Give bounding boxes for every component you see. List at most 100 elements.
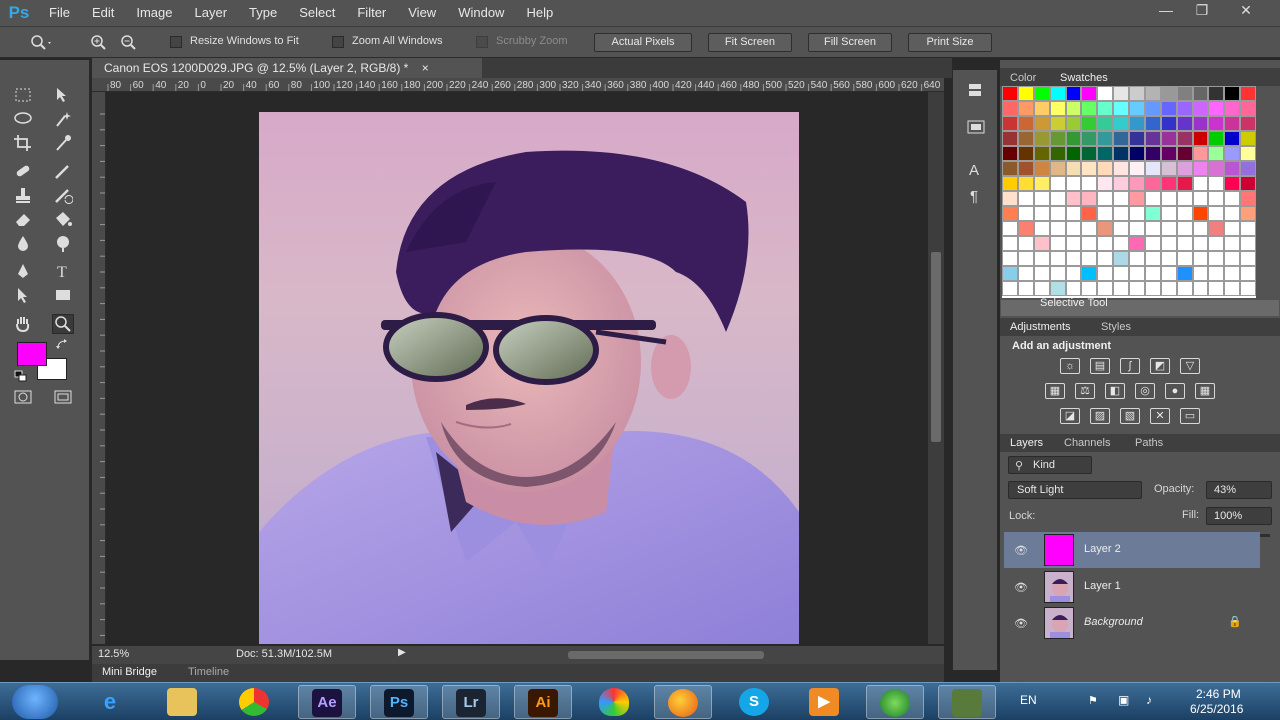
swatch[interactable] bbox=[1017, 221, 1034, 236]
swatch[interactable] bbox=[1049, 281, 1066, 296]
print-size-button[interactable]: Print Size bbox=[908, 33, 992, 52]
swatch[interactable] bbox=[1049, 266, 1066, 281]
swatch[interactable] bbox=[1240, 176, 1256, 191]
curves-icon[interactable]: ∫ bbox=[1120, 358, 1140, 374]
swatch[interactable] bbox=[1002, 281, 1018, 296]
swatch[interactable] bbox=[1097, 281, 1114, 296]
swatch[interactable] bbox=[1002, 176, 1018, 191]
swatch[interactable] bbox=[1144, 206, 1161, 221]
swatch[interactable] bbox=[1113, 101, 1129, 116]
swatch[interactable] bbox=[1097, 191, 1114, 206]
swatch[interactable] bbox=[1129, 101, 1145, 116]
menu-window[interactable]: Window bbox=[447, 0, 515, 26]
swatch[interactable] bbox=[1097, 176, 1114, 191]
swatch[interactable] bbox=[1081, 131, 1098, 146]
visibility-eye-icon[interactable]: 👁 bbox=[1014, 544, 1028, 557]
swatch[interactable] bbox=[1208, 86, 1225, 101]
selective-color-icon[interactable]: ✕ bbox=[1150, 408, 1170, 424]
foreground-color-swatch[interactable] bbox=[17, 342, 47, 366]
swatch[interactable] bbox=[1113, 281, 1129, 296]
path-selection-tool-icon[interactable] bbox=[12, 286, 34, 306]
color-tab[interactable]: Color bbox=[1010, 72, 1036, 84]
swatch[interactable] bbox=[1176, 221, 1193, 236]
swatch[interactable] bbox=[1224, 146, 1241, 161]
swatch[interactable] bbox=[1097, 116, 1114, 131]
blend-mode-select[interactable]: Soft Light bbox=[1008, 481, 1142, 499]
paragraph-panel-icon[interactable]: ¶ bbox=[966, 186, 986, 205]
swatch[interactable] bbox=[1144, 191, 1161, 206]
swatch[interactable] bbox=[1224, 251, 1241, 266]
swatch[interactable] bbox=[1192, 86, 1209, 101]
channel-mixer-icon[interactable]: ● bbox=[1165, 383, 1185, 399]
swatch[interactable] bbox=[1065, 236, 1082, 251]
swatch[interactable] bbox=[1017, 116, 1034, 131]
swatch[interactable] bbox=[1144, 251, 1161, 266]
swatch[interactable] bbox=[1017, 236, 1034, 251]
swatch[interactable] bbox=[1160, 281, 1177, 296]
swatch[interactable] bbox=[1049, 116, 1066, 131]
swatch[interactable] bbox=[1097, 266, 1114, 281]
exposure-icon[interactable]: ◩ bbox=[1150, 358, 1170, 374]
swatch[interactable] bbox=[1129, 251, 1145, 266]
menu-view[interactable]: View bbox=[397, 0, 447, 26]
swatch[interactable] bbox=[1240, 131, 1256, 146]
invert-icon[interactable]: ◪ bbox=[1060, 408, 1080, 424]
volume-tray-icon[interactable]: ♪ bbox=[1146, 693, 1152, 707]
horizontal-scroll-thumb[interactable] bbox=[568, 651, 764, 659]
swatch[interactable] bbox=[1144, 86, 1161, 101]
swatch[interactable] bbox=[1049, 146, 1066, 161]
swatch[interactable] bbox=[1176, 236, 1193, 251]
swatch[interactable] bbox=[1224, 176, 1241, 191]
swatch[interactable] bbox=[1081, 176, 1098, 191]
color-balance-icon[interactable]: ⚖ bbox=[1075, 383, 1095, 399]
swatch[interactable] bbox=[1224, 161, 1241, 176]
swatch[interactable] bbox=[1097, 206, 1114, 221]
taskbar-after-effects[interactable]: Ae bbox=[298, 685, 356, 719]
swatch[interactable] bbox=[1224, 116, 1241, 131]
swatch[interactable] bbox=[1049, 86, 1066, 101]
zoom-in-icon[interactable] bbox=[88, 33, 108, 53]
taskbar-media-player[interactable]: ▶ bbox=[796, 685, 854, 719]
color-lookup-icon[interactable]: ▦ bbox=[1195, 383, 1215, 399]
channels-tab[interactable]: Channels bbox=[1064, 437, 1110, 449]
swatch[interactable] bbox=[1065, 176, 1082, 191]
swatch[interactable] bbox=[1097, 146, 1114, 161]
swatch[interactable] bbox=[1192, 101, 1209, 116]
swatch[interactable] bbox=[1049, 161, 1066, 176]
swatch[interactable] bbox=[1002, 236, 1018, 251]
swatch[interactable] bbox=[1129, 236, 1145, 251]
swatch[interactable] bbox=[1176, 146, 1193, 161]
swatch[interactable] bbox=[1017, 131, 1034, 146]
taskbar-chrome[interactable] bbox=[226, 685, 284, 719]
quick-mask-icon[interactable] bbox=[12, 388, 34, 408]
swatch[interactable] bbox=[1129, 176, 1145, 191]
kind-filter-select[interactable]: ⚲ Kind bbox=[1008, 456, 1092, 474]
swatch[interactable] bbox=[1033, 266, 1050, 281]
swatch[interactable] bbox=[1002, 146, 1018, 161]
swatches-tab[interactable]: Swatches bbox=[1060, 72, 1108, 84]
swatch[interactable] bbox=[1113, 131, 1129, 146]
swatch[interactable] bbox=[1065, 251, 1082, 266]
adjustments-tab[interactable]: Adjustments bbox=[1010, 321, 1071, 333]
swatch[interactable] bbox=[1065, 281, 1082, 296]
swatch[interactable] bbox=[1081, 251, 1098, 266]
default-colors-icon[interactable] bbox=[14, 370, 28, 382]
swatch[interactable] bbox=[1033, 251, 1050, 266]
marquee-tool-icon[interactable] bbox=[12, 86, 34, 106]
layer-row-1[interactable]: 👁 Layer 1 bbox=[1004, 569, 1260, 605]
swatch[interactable] bbox=[1240, 191, 1256, 206]
network-tray-icon[interactable]: ▣ bbox=[1118, 693, 1129, 707]
swatch[interactable] bbox=[1208, 146, 1225, 161]
taskbar-illustrator[interactable]: Ai bbox=[514, 685, 572, 719]
timeline-tab[interactable]: Timeline bbox=[188, 666, 229, 678]
swatch[interactable] bbox=[1176, 206, 1193, 221]
swatch[interactable] bbox=[1160, 161, 1177, 176]
swatch[interactable] bbox=[1240, 251, 1256, 266]
swatch[interactable] bbox=[1017, 176, 1034, 191]
swatch[interactable] bbox=[1081, 191, 1098, 206]
menu-type[interactable]: Type bbox=[238, 0, 288, 26]
swatch[interactable] bbox=[1144, 146, 1161, 161]
swatch[interactable] bbox=[1224, 131, 1241, 146]
swatch[interactable] bbox=[1002, 206, 1018, 221]
swatch[interactable] bbox=[1129, 281, 1145, 296]
